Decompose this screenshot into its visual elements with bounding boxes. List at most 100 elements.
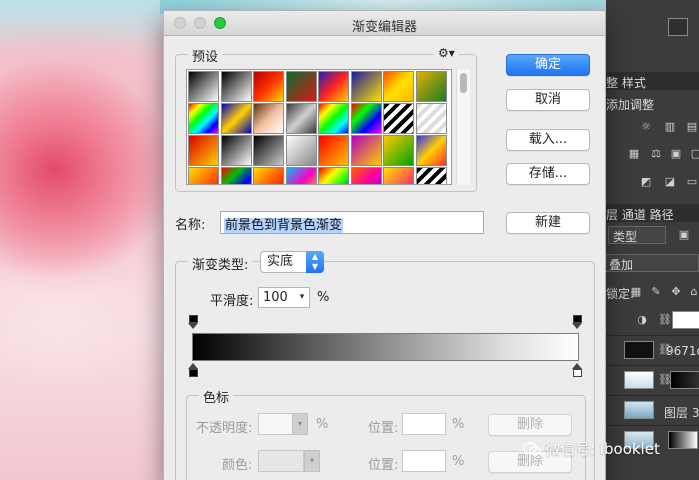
name-input[interactable]: 前景色到背景色渐变 — [220, 211, 484, 234]
preset-swatch[interactable] — [220, 103, 252, 134]
link-icon: ⛓ — [658, 313, 672, 326]
preset-swatch-grid[interactable] — [186, 69, 452, 185]
gear-icon[interactable]: ⚙▾ — [434, 46, 459, 60]
opacity-percent: % — [316, 417, 329, 432]
preset-swatch[interactable] — [415, 167, 447, 184]
preset-swatch[interactable] — [220, 167, 252, 184]
photoshop-side-panel: 整 样式 添加调整 ☼ ▥ ▤ ▦ ⚖ ▣ ▢ ◩ ◪ ▭ 层 通道 路径 类型… — [606, 0, 699, 480]
channel-mixer-icon[interactable]: ▢ — [690, 148, 699, 160]
preset-swatch[interactable] — [318, 71, 349, 102]
preset-swatch[interactable] — [220, 71, 252, 102]
gradient-map-icon[interactable]: ▭ — [686, 176, 698, 188]
preset-swatch[interactable] — [253, 71, 284, 102]
opacity-stop-pointer-2 — [572, 323, 582, 329]
presets-label: 预设 — [188, 46, 223, 65]
preset-swatch[interactable] — [318, 103, 349, 134]
preset-swatch[interactable] — [350, 103, 382, 134]
brightness-icon[interactable]: ☼ — [640, 121, 652, 133]
brush-icon[interactable]: ✎ — [650, 286, 662, 298]
color-stop-swatch-2 — [573, 369, 582, 377]
opacity-input[interactable] — [258, 413, 294, 435]
levels-icon[interactable]: ▥ — [664, 121, 676, 133]
preset-swatch[interactable] — [383, 135, 414, 166]
preset-swatch[interactable] — [383, 103, 414, 134]
opacity-dropdown-icon[interactable]: ▾ — [292, 413, 308, 435]
preset-swatch[interactable] — [188, 103, 219, 134]
ok-button[interactable]: 确定 — [506, 54, 590, 76]
blend-mode-select[interactable]: 叠加 — [606, 254, 699, 272]
preset-swatch[interactable] — [318, 135, 349, 166]
preset-swatch[interactable] — [285, 103, 317, 134]
filter-icon[interactable]: ▣ — [678, 229, 690, 241]
layer-mask-thumb-3 — [668, 431, 698, 449]
layer-row-2[interactable]: ⛓ 9671d — [606, 336, 699, 366]
cancel-button[interactable]: 取消 — [506, 89, 590, 111]
preset-swatch[interactable] — [383, 167, 414, 184]
threshold-icon[interactable]: ◪ — [664, 176, 676, 188]
scrollbar-thumb[interactable] — [460, 73, 467, 93]
invert-icon[interactable]: ◩ — [640, 176, 652, 188]
opacity-stop-left[interactable] — [188, 315, 199, 329]
preset-swatch[interactable] — [350, 167, 382, 184]
preset-swatch[interactable] — [285, 167, 317, 184]
preset-swatch[interactable] — [253, 103, 284, 134]
panel-top-area — [606, 0, 699, 60]
preset-swatch[interactable] — [188, 71, 219, 102]
color-stop-left[interactable] — [188, 363, 199, 377]
gradient-type-label: 渐变类型: — [188, 254, 253, 273]
opacity-delete-button[interactable]: 删除 — [488, 414, 572, 436]
smoothness-value: 100 — [263, 290, 288, 305]
gradient-type-select[interactable]: 实底 ▲ ▼ — [260, 251, 324, 273]
layer-mask-thumb — [672, 311, 699, 329]
kind-filter[interactable]: 类型 — [608, 226, 666, 244]
title-bar: 渐变编辑器 — [164, 11, 605, 36]
panel-tool-box[interactable] — [668, 18, 688, 36]
opacity-position-input[interactable] — [402, 413, 446, 435]
load-button[interactable]: 载入... — [506, 129, 590, 151]
curves-icon[interactable]: ▤ — [686, 121, 698, 133]
layers-tabs[interactable]: 层 通道 路径 — [606, 206, 674, 223]
preset-swatch[interactable] — [415, 135, 447, 166]
preset-swatch[interactable] — [415, 71, 447, 102]
layer-thumb — [624, 341, 654, 359]
adjust-style-tabs[interactable]: 整 样式 — [606, 74, 646, 91]
color-position-input[interactable] — [402, 450, 446, 472]
preset-swatch[interactable] — [285, 71, 317, 102]
preset-swatch[interactable] — [383, 71, 414, 102]
hue-icon[interactable]: ▦ — [628, 148, 640, 160]
photo-filter-icon[interactable]: ▣ — [670, 148, 682, 160]
preset-swatch[interactable] — [188, 135, 219, 166]
stepper-icon: ▲ ▼ — [306, 251, 324, 273]
preset-swatch[interactable] — [318, 167, 349, 184]
preset-swatch[interactable] — [220, 135, 252, 166]
preset-swatch[interactable] — [415, 103, 447, 134]
layer-row-3[interactable]: ⛓ — [606, 366, 699, 396]
opacity-position-label: 位置: — [368, 421, 399, 436]
lock-icon[interactable]: ⌂ — [688, 286, 699, 298]
opacity-label: 不透明度: — [196, 421, 253, 436]
color-dropdown-icon[interactable]: ▾ — [304, 450, 320, 472]
move-icon[interactable]: ✥ — [670, 286, 682, 298]
opacity-position-percent: % — [452, 417, 465, 432]
preset-swatch[interactable] — [253, 135, 284, 166]
layer-row-4[interactable]: 图层 3 — [606, 396, 699, 426]
color-stop-right[interactable] — [572, 363, 583, 377]
preset-scrollbar[interactable] — [456, 69, 470, 185]
opacity-stop-right[interactable] — [572, 315, 583, 329]
gradient-preview-bar[interactable] — [192, 333, 579, 361]
preset-swatch[interactable] — [188, 167, 219, 184]
color-stop-swatch — [189, 369, 198, 377]
layer-row-1[interactable]: ◑ ⛓ — [606, 306, 699, 336]
lock-pixels-icon[interactable]: ▦ — [630, 286, 642, 298]
smoothness-input[interactable]: 100 ▾ — [258, 287, 310, 308]
color-swatch-field[interactable] — [258, 450, 304, 472]
new-button[interactable]: 新建 — [506, 212, 590, 234]
stops-group-label: 色标 — [199, 387, 234, 406]
save-button[interactable]: 存储... — [506, 163, 590, 185]
link-icon-3: ⛓ — [658, 373, 672, 386]
preset-swatch[interactable] — [253, 167, 284, 184]
preset-swatch[interactable] — [350, 135, 382, 166]
preset-swatch[interactable] — [285, 135, 317, 166]
preset-swatch[interactable] — [350, 71, 382, 102]
balance-icon[interactable]: ⚖ — [650, 148, 662, 160]
